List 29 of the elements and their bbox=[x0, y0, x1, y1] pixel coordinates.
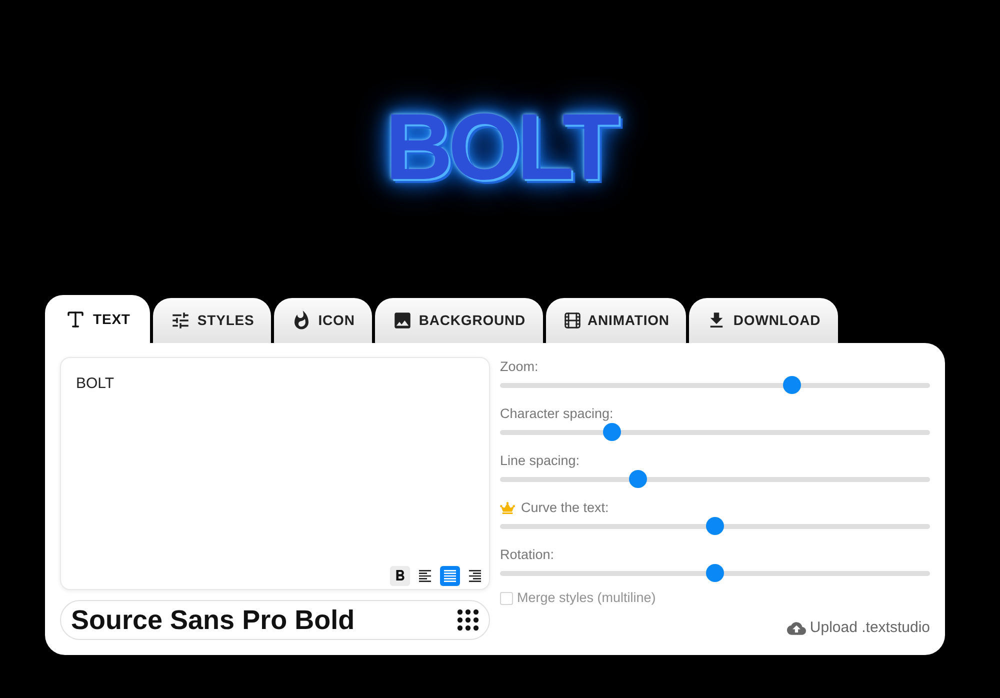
grid-dots-icon bbox=[457, 609, 479, 631]
align-right-icon bbox=[467, 568, 483, 584]
font-select-button[interactable]: Source Sans Pro Bold bbox=[60, 600, 490, 640]
slider-thumb[interactable] bbox=[706, 564, 724, 582]
slider-thumb[interactable] bbox=[602, 423, 621, 441]
slider-label: Zoom: bbox=[500, 359, 538, 375]
tab[interactable]: DOWNLOAD bbox=[689, 298, 838, 343]
slider-label: Line spacing: bbox=[500, 453, 580, 469]
text-input-field[interactable]: BOLT bbox=[61, 358, 489, 566]
upload-link[interactable]: Upload .textstudio bbox=[786, 618, 930, 638]
checkbox-label: Merge styles (multiline) bbox=[517, 590, 656, 606]
slider-thumb[interactable] bbox=[783, 376, 802, 394]
align-left-icon bbox=[417, 568, 433, 584]
tab[interactable]: ANIMATION bbox=[546, 298, 686, 343]
tab[interactable]: TEXT bbox=[45, 295, 150, 343]
slider-label: Character spacing: bbox=[500, 406, 614, 422]
tab[interactable]: ICON bbox=[274, 298, 372, 343]
slider-label: Rotation: bbox=[500, 547, 554, 563]
bold-button[interactable] bbox=[390, 566, 410, 586]
slider-label: Curve the text: bbox=[521, 500, 609, 516]
sliders-icon bbox=[170, 310, 192, 331]
film-icon bbox=[562, 311, 582, 330]
text-icon bbox=[65, 308, 86, 330]
slider-thumb[interactable] bbox=[628, 470, 647, 488]
slider-thumb[interactable] bbox=[706, 517, 724, 535]
tab[interactable]: STYLES bbox=[153, 298, 272, 343]
image-icon bbox=[392, 310, 413, 331]
align-justify-icon bbox=[442, 568, 458, 584]
tab[interactable]: BACKGROUND bbox=[374, 298, 543, 343]
